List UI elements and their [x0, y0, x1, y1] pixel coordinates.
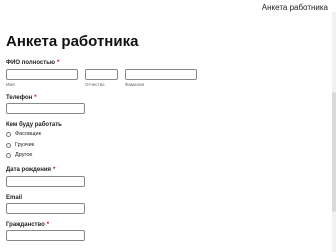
role-option-label: Фасовщик — [15, 131, 42, 137]
citizenship-label-text: Гражданство — [6, 222, 45, 228]
phone-label-text: Телефон — [6, 95, 33, 101]
role-label: Кем буду работать — [6, 122, 62, 128]
role-option-loader[interactable]: Грузчик — [6, 141, 34, 149]
role-option-other[interactable]: Другое — [6, 151, 32, 159]
required-mark: * — [46, 222, 50, 228]
email-label: Email — [6, 195, 23, 201]
last-name-input[interactable] — [125, 69, 197, 80]
patronymic-sublabel: Отчество — [85, 82, 105, 87]
birth-date-label-text: Дата рождения — [6, 167, 52, 173]
first-name-sublabel: Имя — [6, 82, 15, 87]
radio-button[interactable] — [6, 152, 11, 158]
page-title: Анкета работника — [6, 33, 139, 50]
role-option-packer[interactable]: Фасовщик — [6, 130, 41, 138]
birth-date-input[interactable] — [6, 176, 85, 187]
full-name-label: ФИО полностью * — [6, 60, 59, 66]
last-name-sublabel: Фамилия — [125, 82, 145, 87]
scrollbar-thumb[interactable] — [332, 92, 336, 212]
required-mark: * — [53, 167, 56, 173]
role-option-label: Другое — [15, 152, 33, 158]
birth-date-label: Дата рождения * — [6, 167, 55, 173]
radio-button[interactable] — [6, 131, 11, 137]
phone-input[interactable] — [6, 103, 85, 114]
patronymic-input[interactable] — [85, 69, 118, 80]
email-input[interactable] — [6, 203, 85, 214]
citizenship-label: Гражданство * — [6, 222, 49, 228]
full-name-label-text: ФИО полностью — [6, 60, 56, 66]
radio-button[interactable] — [6, 142, 11, 148]
window-title: Анкета работника — [261, 3, 328, 12]
required-mark: * — [57, 60, 60, 66]
required-mark: * — [34, 95, 37, 101]
role-option-label: Грузчик — [15, 142, 35, 148]
first-name-input[interactable] — [6, 69, 78, 80]
scrollbar[interactable] — [332, 12, 336, 252]
phone-label: Телефон * — [6, 95, 37, 101]
citizenship-input[interactable] — [6, 230, 85, 241]
browser-top-bar: Анкета работника — [0, 0, 336, 18]
